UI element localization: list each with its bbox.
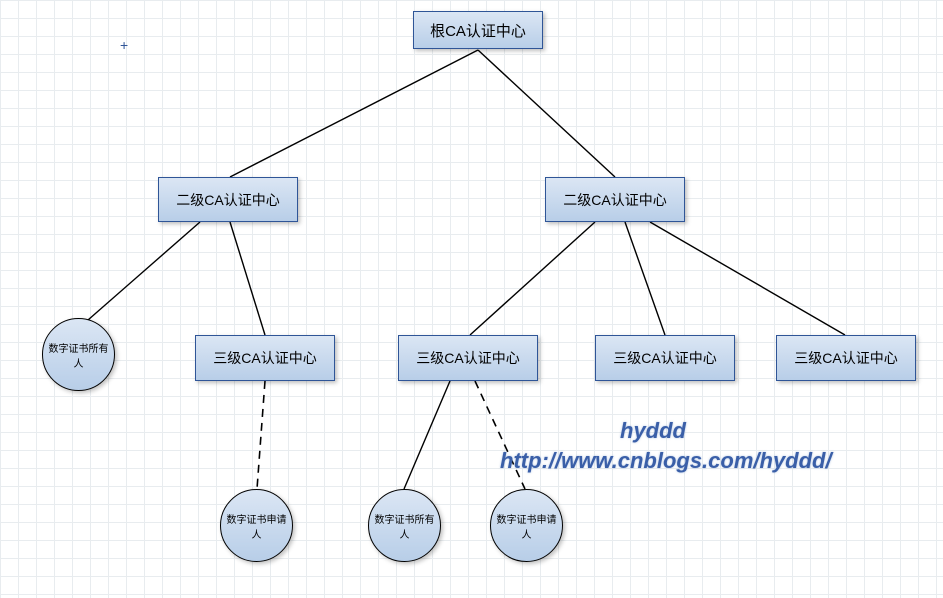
node-level3-ca-1: 三级CA认证中心: [195, 335, 335, 381]
node-label: 数字证书所有人: [373, 511, 436, 541]
node-label: 二级CA认证中心: [176, 190, 279, 210]
node-label: 三级CA认证中心: [794, 348, 897, 368]
node-label: 数字证书所有人: [47, 340, 110, 370]
node-label: 二级CA认证中心: [563, 190, 666, 210]
edge-layer: [0, 0, 943, 598]
node-label: 根CA认证中心: [430, 20, 526, 41]
node-level3-ca-3: 三级CA认证中心: [595, 335, 735, 381]
node-level2-ca-left: 二级CA认证中心: [158, 177, 298, 222]
node-level3-ca-2: 三级CA认证中心: [398, 335, 538, 381]
node-cert-applicant-1: 数字证书申请人: [220, 489, 293, 562]
node-level2-ca-right: 二级CA认证中心: [545, 177, 685, 222]
node-label: 三级CA认证中心: [213, 348, 316, 368]
node-label: 三级CA认证中心: [416, 348, 519, 368]
watermark-line2: http://www.cnblogs.com/hyddd/: [500, 448, 832, 474]
watermark-text: http://www.cnblogs.com/hyddd/: [500, 448, 832, 473]
watermark-text: hyddd: [620, 418, 686, 443]
insertion-cursor-glyph: +: [120, 37, 128, 53]
node-cert-holder-2: 数字证书所有人: [368, 489, 441, 562]
node-label: 数字证书申请人: [225, 511, 288, 541]
node-root-ca: 根CA认证中心: [413, 11, 543, 49]
node-label: 三级CA认证中心: [613, 348, 716, 368]
node-cert-applicant-2: 数字证书申请人: [490, 489, 563, 562]
node-label: 数字证书申请人: [495, 511, 558, 541]
watermark-line1: hyddd: [620, 418, 686, 444]
node-cert-holder-1: 数字证书所有人: [42, 318, 115, 391]
node-level3-ca-4: 三级CA认证中心: [776, 335, 916, 381]
